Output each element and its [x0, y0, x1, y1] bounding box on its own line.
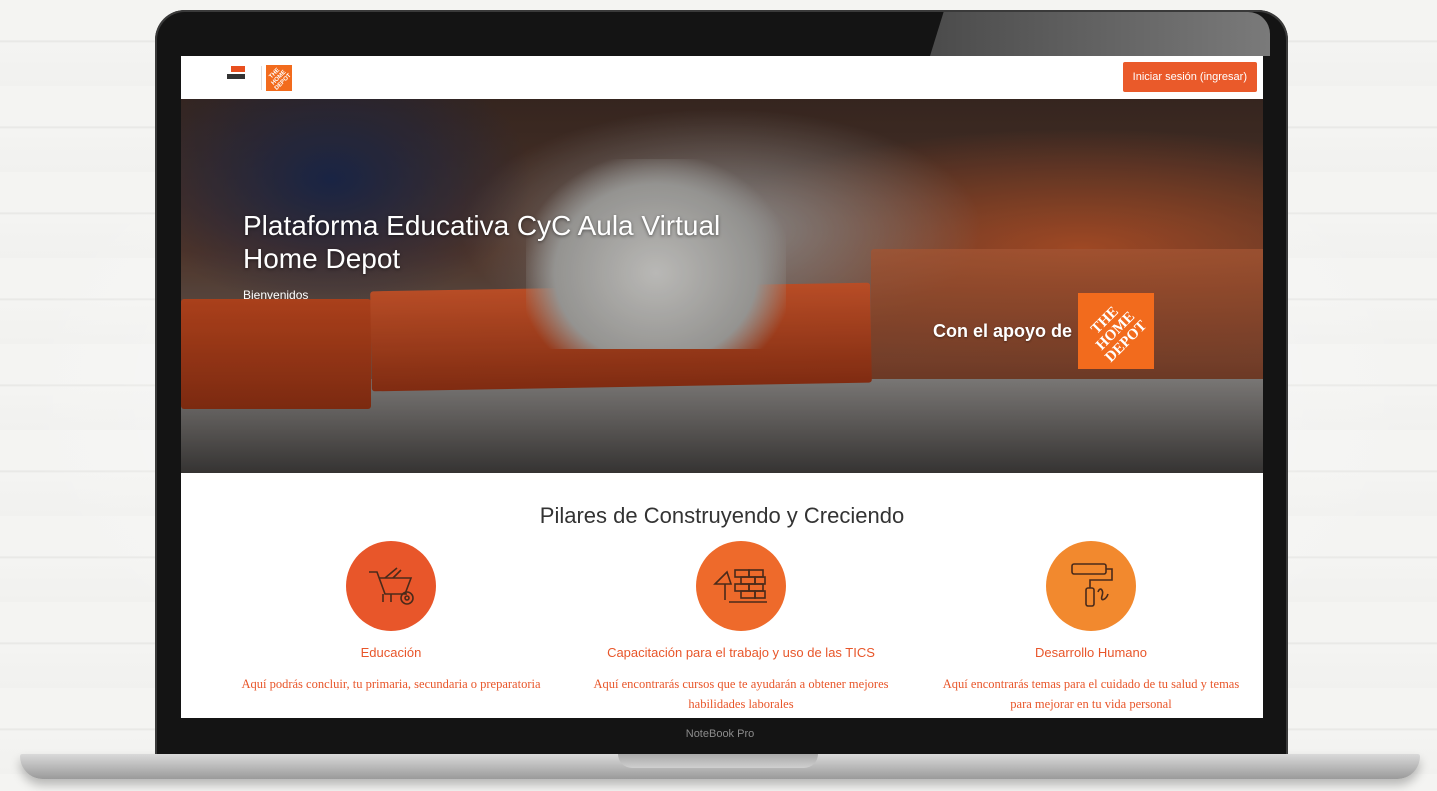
pillar-description: Aquí podrás concluir, tu primaria, secun… [241, 677, 541, 691]
lid-glare [930, 12, 1270, 56]
pillar-title[interactable]: Desarrollo Humano [921, 645, 1261, 660]
cyc-logo[interactable] [223, 64, 255, 92]
pillar-title[interactable]: Capacitación para el trabajo y uso de la… [571, 645, 911, 660]
support-text: Con el apoyo de [933, 320, 1073, 341]
laptop-screen: THE HOME DEPOT Iniciar sesión (ingresar)… [181, 56, 1263, 718]
support-badge: Con el apoyo de THE HOME DEPOT [933, 293, 1155, 369]
pillar-capacitacion[interactable]: Capacitación para el trabajo y uso de la… [571, 541, 911, 714]
login-button[interactable]: Iniciar sesión (ingresar) [1122, 62, 1257, 92]
laptop-notch [618, 754, 818, 768]
home-depot-logo[interactable]: THE HOME DEPOT [266, 65, 293, 92]
hero-subtitle: Bienvenidos [243, 288, 309, 302]
logo-divider [261, 66, 262, 90]
home-depot-logo-large: THE HOME DEPOT [1078, 293, 1155, 369]
pillars-heading: Pilares de Construyendo y Creciendo [539, 503, 905, 528]
pillar-educacion[interactable]: Educación Aquí podrás concluir, tu prima… [221, 541, 561, 694]
pillar-desarrollo-humano[interactable]: Desarrollo Humano Aquí encontrarás temas… [921, 541, 1261, 714]
hero-title: Plataforma Educativa CyC Aula Virtual Ho… [243, 210, 721, 274]
hero-banner: Plataforma Educativa CyC Aula Virtual Ho… [181, 99, 1263, 473]
laptop-model-label: NoteBook Pro [685, 728, 755, 740]
pillar-description: Aquí encontrarás temas para el cuidado d… [942, 677, 1240, 711]
site-header: THE HOME DEPOT Iniciar sesión (ingresar) [181, 56, 1263, 100]
paint-roller-icon[interactable] [1046, 541, 1136, 631]
home-depot-logo-text: THE HOME DEPOT [268, 67, 293, 92]
pillar-description: Aquí encontrarás cursos que te ayudarán … [593, 677, 889, 711]
home-depot-logo-large-text: THE HOME DEPOT [1088, 303, 1151, 366]
pillar-title[interactable]: Educación [221, 645, 561, 660]
trowel-bricks-icon[interactable] [696, 541, 786, 631]
wheelbarrow-icon[interactable] [346, 541, 436, 631]
